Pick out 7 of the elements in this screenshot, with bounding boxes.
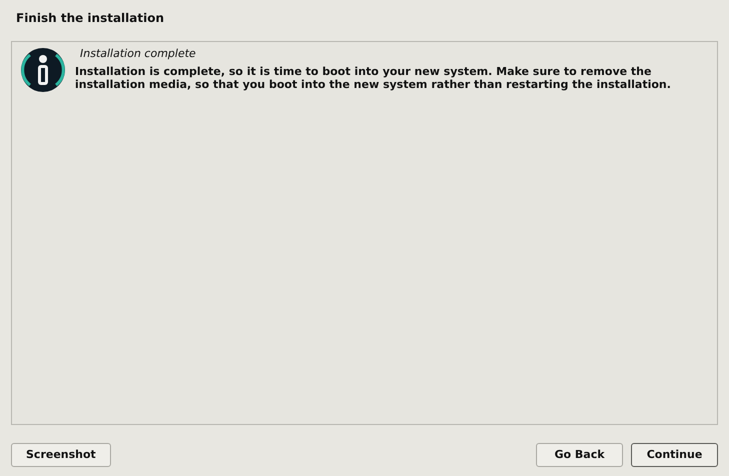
dialog-button[interactable]: Go Back (536, 443, 623, 467)
message-heading: Installation complete (80, 46, 197, 62)
dialog-button[interactable]: Screenshot (11, 443, 111, 467)
message-text: Installation is complete, so it is time to boot into your new system. Make sure to remove the installation media, so that you boot into the new system rather than restarting the installation. (75, 64, 672, 90)
page-title: Finish the installation (16, 10, 164, 27)
info-icon (20, 47, 66, 93)
dialog-button[interactable]: Continue (631, 443, 718, 467)
